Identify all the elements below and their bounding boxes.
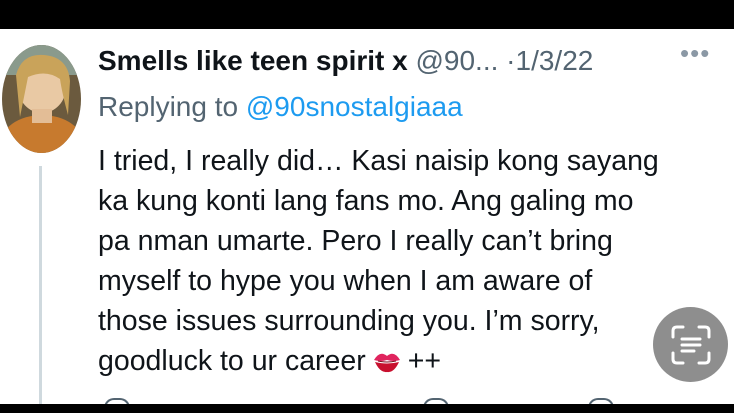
tweet-line: myself to hype you when I am aware of <box>98 265 593 297</box>
meta-separator: · <box>506 45 516 76</box>
thread-connector-line <box>39 166 42 406</box>
user-handle[interactable]: @90... <box>415 45 498 76</box>
status-bar-strip <box>0 0 734 29</box>
tweet-actions <box>98 396 718 410</box>
tweet-header: Smells like teen spirit x @90... ·1/3/22 <box>98 42 708 80</box>
live-text-scan-button[interactable] <box>653 307 728 382</box>
tweet-line-last: goodluck to ur career ++ <box>98 341 718 381</box>
tweet-date[interactable]: 1/3/22 <box>516 45 594 76</box>
kiss-mark-icon <box>373 353 400 373</box>
profile-photo-icon <box>2 45 81 153</box>
reply-handle-link[interactable]: @90snostalgiaaa <box>246 91 463 122</box>
scan-text-icon <box>671 325 710 364</box>
replying-to: Replying to @90snostalgiaaa <box>98 88 463 126</box>
tweet-line: ka kung konti lang fans mo. Ang galing m… <box>98 185 634 217</box>
display-name[interactable]: Smells like teen spirit x <box>98 45 408 76</box>
tweet-line-text: goodluck to ur career <box>98 345 366 377</box>
reply-prefix: Replying to <box>98 91 246 122</box>
tweet-text: I tried, I really did… Kasi naisip kong … <box>98 141 718 381</box>
tweet-line: pa nman umarte. Pero I really can’t brin… <box>98 225 613 257</box>
more-options-icon[interactable]: ••• <box>680 38 710 69</box>
tweet-line: those issues surrounding you. I’m sorry, <box>98 305 600 337</box>
avatar[interactable] <box>2 45 81 153</box>
tweet-line-suffix: ++ <box>407 345 442 377</box>
tweet-line: I tried, I really did… Kasi naisip kong … <box>98 145 659 177</box>
bottom-strip <box>0 404 734 413</box>
